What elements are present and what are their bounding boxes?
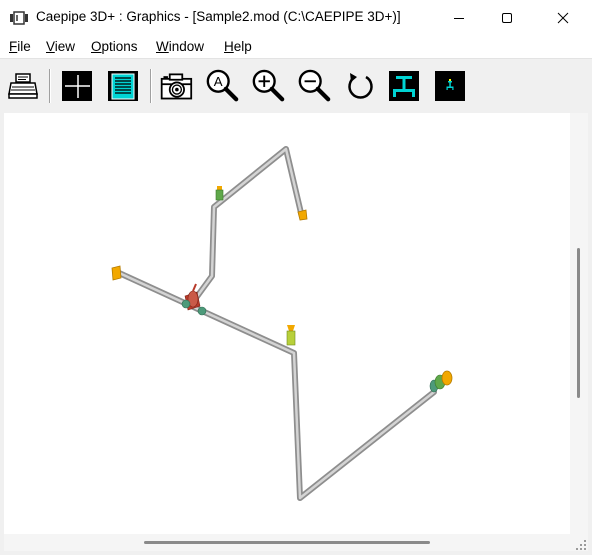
- maximize-icon: [502, 13, 512, 23]
- menu-window-mnemonic: W: [156, 39, 169, 54]
- toolbar: A: [0, 58, 592, 113]
- horizontal-scroll-thumb[interactable]: [144, 541, 430, 544]
- graphics-canvas[interactable]: [4, 113, 570, 534]
- piping-model[interactable]: [4, 113, 570, 534]
- menu-view[interactable]: View: [46, 39, 75, 54]
- close-icon: [557, 12, 569, 24]
- hanger-upper[interactable]: [215, 186, 224, 201]
- menu-options[interactable]: Options: [91, 39, 138, 54]
- hanger-middle[interactable]: [286, 325, 296, 346]
- print-button[interactable]: [6, 69, 40, 103]
- anchor-right-end[interactable]: [429, 370, 453, 393]
- zoom-all-icon: A: [206, 69, 239, 102]
- minimize-button[interactable]: [436, 0, 482, 36]
- menu-options-label: ptions: [101, 39, 138, 54]
- zoom-all-button[interactable]: A: [205, 69, 239, 103]
- camera-icon: [160, 73, 193, 100]
- menu-window[interactable]: Window: [156, 39, 204, 54]
- window-title: Caepipe 3D+ : Graphics - [Sample2.mod (C…: [36, 9, 401, 24]
- menu-file-mnemonic: F: [9, 39, 18, 54]
- svg-text:A: A: [214, 74, 223, 89]
- menu-help-label: elp: [233, 39, 252, 54]
- title-bar[interactable]: Caepipe 3D+ : Graphics - [Sample2.mod (C…: [0, 0, 592, 36]
- printer-icon: [8, 73, 38, 99]
- menu-window-label: indow: [168, 39, 205, 54]
- text-view-button[interactable]: [106, 69, 140, 103]
- menu-file-label: ile: [17, 39, 31, 54]
- maximize-button[interactable]: [484, 0, 530, 36]
- minimize-icon: [454, 18, 464, 19]
- support-large-button[interactable]: [387, 69, 421, 103]
- rotate-icon: [348, 73, 373, 99]
- app-icon[interactable]: [10, 11, 28, 25]
- graphics-window: Caepipe 3D+ : Graphics - [Sample2.mod (C…: [0, 0, 592, 555]
- menu-help-mnemonic: H: [224, 39, 234, 54]
- menu-help[interactable]: Help: [224, 39, 252, 54]
- camera-button[interactable]: [159, 69, 193, 103]
- menu-file[interactable]: File: [9, 39, 31, 54]
- menu-view-label: iew: [54, 39, 76, 54]
- support-large-icon: [389, 71, 419, 101]
- crosshair-icon: [62, 71, 92, 101]
- support-small-button[interactable]: [433, 69, 467, 103]
- toolbar-separator: [150, 69, 152, 103]
- menu-view-mnemonic: V: [46, 39, 55, 54]
- crosshair-button[interactable]: [60, 69, 94, 103]
- window-frame-bottom: [0, 551, 592, 555]
- pipe-run-upper[interactable]: [190, 146, 304, 305]
- anchor-upper-end[interactable]: [297, 209, 308, 221]
- vertical-scroll-thumb[interactable]: [577, 248, 580, 398]
- zoom-out-icon: [298, 69, 331, 102]
- toolbar-separator: [49, 69, 51, 103]
- support-small-icon: [435, 71, 465, 101]
- zoom-in-button[interactable]: [251, 69, 285, 103]
- zoom-in-icon: [252, 69, 285, 102]
- document-icon: [108, 71, 138, 101]
- close-button[interactable]: [540, 0, 586, 36]
- menu-options-mnemonic: O: [91, 39, 102, 54]
- resize-grip-icon[interactable]: [574, 538, 588, 552]
- zoom-out-button[interactable]: [297, 69, 331, 103]
- window-frame-right: [588, 112, 592, 555]
- anchor-left[interactable]: [111, 265, 122, 281]
- menu-bar: File View Options Window Help: [0, 36, 592, 58]
- pipe-run-main[interactable]: [114, 269, 437, 501]
- rotate-button[interactable]: [343, 69, 377, 103]
